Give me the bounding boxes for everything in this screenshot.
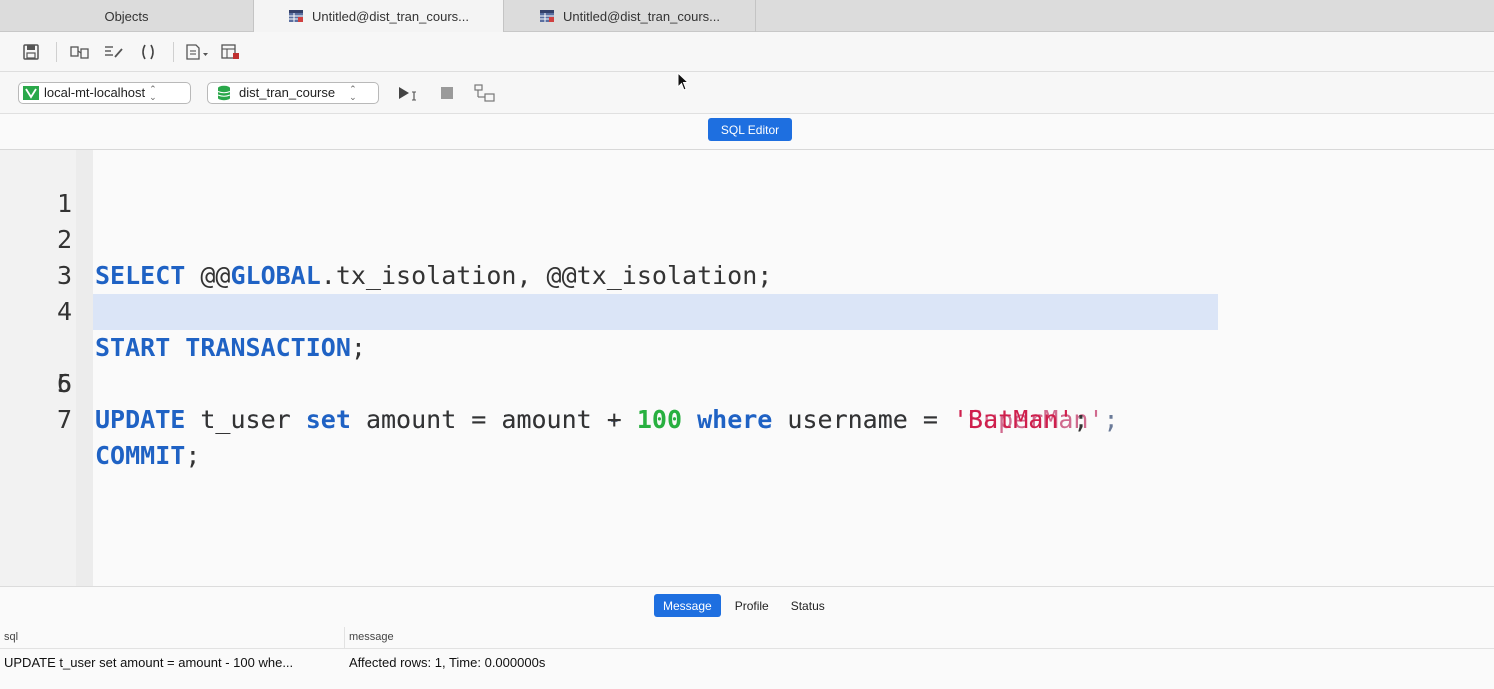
selection-highlight	[93, 294, 1218, 330]
run-icon	[399, 86, 416, 100]
tab-bar: Objects Untitled@dist_tran_cours... Unti…	[0, 0, 1494, 32]
connection-name: local-mt-localhost	[44, 85, 146, 100]
connection-icon	[23, 85, 39, 100]
explain-plan-icon	[474, 83, 495, 102]
tab-message[interactable]: Message	[654, 594, 721, 617]
connection-select[interactable]: local-mt-localhost ⌃ ⌄	[18, 81, 191, 104]
editor-header: SQL Editor	[0, 114, 1494, 150]
column-divider[interactable]	[344, 627, 345, 649]
snippet-icon	[186, 43, 208, 60]
result-tabs: Message Profile Status	[654, 594, 839, 617]
cell-message: Affected rows: 1, Time: 0.000000s	[349, 655, 546, 670]
explain-plan-button[interactable]	[471, 81, 499, 105]
column-header-sql[interactable]: sql	[4, 631, 18, 643]
code-line-selected: 5 UPDATE t_user set amount = amount - 10…	[0, 294, 1494, 434]
code-line: 3	[0, 222, 1494, 290]
code-text: COMMIT;	[95, 441, 201, 470]
toolbar	[0, 32, 1494, 72]
result-header: sql message	[0, 627, 1494, 649]
tab-profile[interactable]: Profile	[727, 594, 777, 617]
chevron-updown-icon: ⌃ ⌄	[149, 83, 157, 102]
code-text: UPDATE t_user set amount = amount + 100 …	[95, 405, 1089, 434]
tab-query-label: Untitled@dist_tran_cours...	[312, 8, 469, 24]
query-table-icon	[289, 10, 303, 22]
cell-sql: UPDATE t_user set amount = amount - 100 …	[4, 655, 294, 670]
connection-bar: local-mt-localhost ⌃ ⌄ dist_tran_course ⌃…	[0, 72, 1494, 114]
code-line: 2 SELECT @@GLOBAL.tx_isolation, @@tx_iso…	[0, 186, 1494, 290]
stop-button[interactable]	[433, 81, 461, 105]
database-select[interactable]: dist_tran_course ⌃ ⌄	[207, 81, 379, 104]
sql-editor[interactable]: 1 2 SELECT @@GLOBAL.tx_isolation, @@tx_i…	[0, 150, 1494, 586]
snippet-button[interactable]	[184, 39, 210, 65]
parentheses-icon	[142, 44, 154, 59]
query-table-icon	[540, 10, 554, 22]
tab-query-active[interactable]: Untitled@dist_tran_cours...	[254, 0, 504, 32]
toolbar-divider	[56, 41, 57, 62]
tab-objects-label: Objects	[104, 8, 149, 24]
tab-query-label: Untitled@dist_tran_cours...	[563, 8, 720, 24]
beautify-button[interactable]	[101, 39, 127, 65]
code-line: 6 UPDATE t_user set amount = amount + 10…	[0, 330, 1494, 434]
run-button[interactable]	[395, 81, 423, 105]
explain-icon	[221, 43, 239, 59]
format-button[interactable]	[67, 39, 93, 65]
code-line: 1	[0, 150, 1494, 218]
parentheses-button[interactable]	[135, 39, 161, 65]
tab-status[interactable]: Status	[783, 594, 833, 617]
stop-icon	[441, 86, 453, 99]
database-name: dist_tran_course	[239, 85, 336, 100]
save-button[interactable]	[18, 39, 44, 65]
toolbar-divider	[173, 41, 174, 62]
mouse-pointer-icon	[677, 72, 690, 91]
explain-button[interactable]	[218, 39, 244, 65]
sql-editor-tab[interactable]: SQL Editor	[708, 118, 792, 141]
code-line: 4 START TRANSACTION;	[0, 258, 1494, 362]
beautify-icon	[105, 45, 123, 58]
tab-objects[interactable]: Objects	[0, 0, 254, 32]
tab-query-2[interactable]: Untitled@dist_tran_cours...	[504, 0, 756, 32]
result-panel: Message Profile Status sql message UPDAT…	[0, 586, 1494, 689]
line-number: 7	[56, 405, 72, 434]
database-icon	[217, 85, 231, 100]
save-icon	[23, 43, 39, 60]
column-header-message[interactable]: message	[349, 631, 394, 643]
chevron-updown-icon: ⌃ ⌄	[349, 83, 357, 102]
code-line: 7 COMMIT;	[0, 366, 1494, 470]
format-icon	[70, 45, 89, 59]
table-row[interactable]: UPDATE t_user set amount = amount - 100 …	[0, 651, 1494, 675]
